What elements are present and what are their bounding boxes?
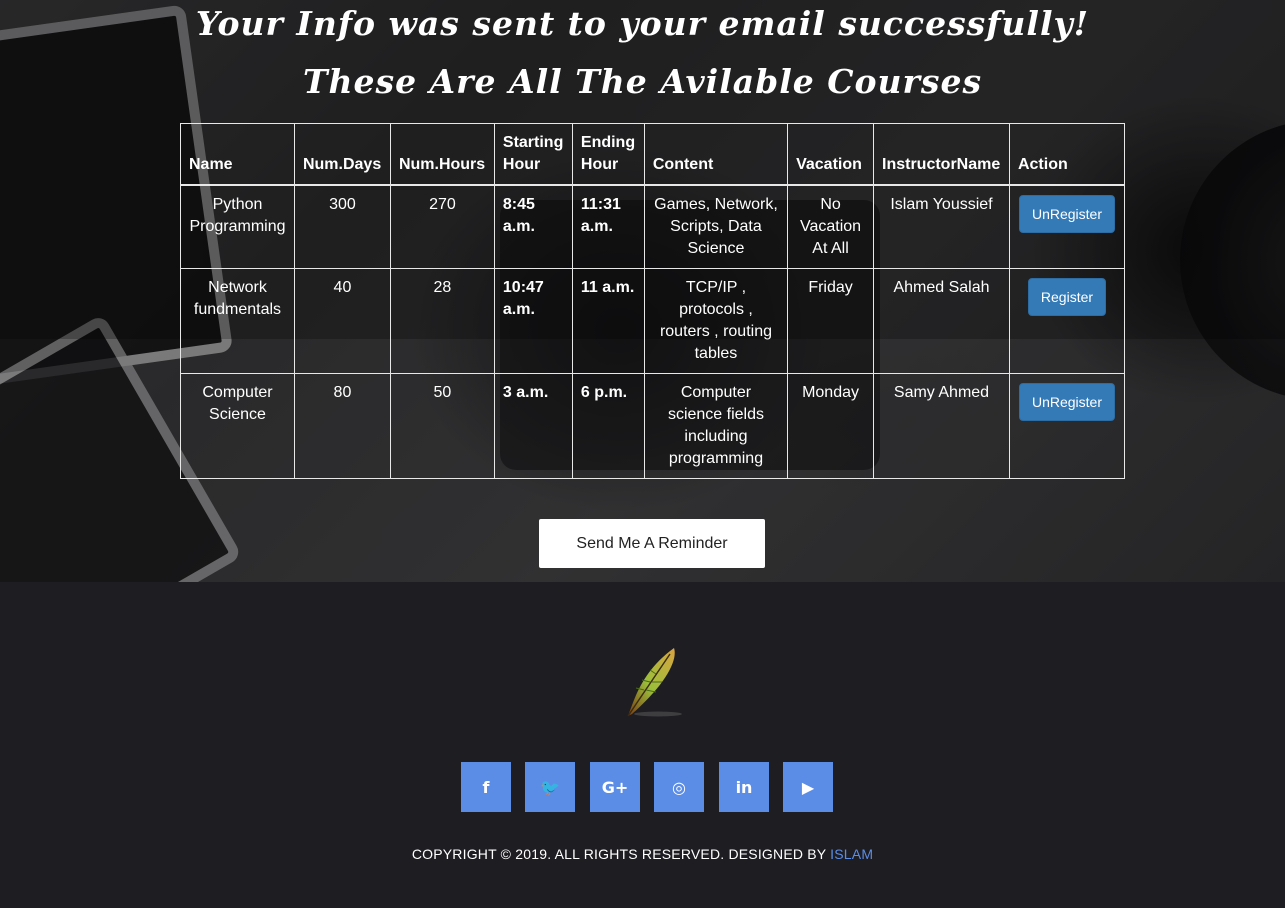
column-header: Content (643, 123, 789, 186)
youtube-icon[interactable]: ▶ (783, 762, 833, 812)
google-plus-icon[interactable]: G+ (590, 762, 640, 812)
column-header: Starting Hour (493, 123, 573, 186)
feather-pen-logo (627, 648, 682, 717)
send-reminder-button[interactable]: Send Me A Reminder (539, 519, 765, 568)
course-end-hour: 11 a.m. (571, 268, 645, 374)
facebook-icon[interactable]: f (461, 762, 511, 812)
course-start-hour: 3 a.m. (493, 373, 573, 479)
course-end-hour: 6 p.m. (571, 373, 645, 479)
course-name: Network fundmentals (180, 268, 295, 374)
course-days: 300 (293, 184, 391, 269)
course-content: TCP/IP , protocols , routers , routing t… (643, 268, 789, 374)
copyright-notice: COPYRIGHT © 2019. ALL RIGHTS RESERVED. D… (0, 846, 1285, 862)
table-header-row: Name Num.Days Num.Hours Starting Hour En… (180, 123, 1126, 186)
course-content: Games, Network, Scripts, Data Science (643, 184, 789, 269)
course-instructor: Samy Ahmed (873, 373, 1010, 479)
table-row: Python Programming 300 270 8:45 a.m. 11:… (180, 184, 1126, 269)
designer-link[interactable]: ISLAM (830, 846, 873, 862)
course-start-hour: 10:47 a.m. (493, 268, 573, 374)
course-action-cell: Register (1008, 268, 1126, 374)
course-hours: 270 (389, 184, 495, 269)
column-header: Num.Days (293, 123, 391, 186)
courses-table: Name Num.Days Num.Hours Starting Hour En… (180, 123, 1126, 479)
course-start-hour: 8:45 a.m. (493, 184, 573, 269)
column-header: InstructorName (873, 123, 1010, 186)
register-button[interactable]: Register (1027, 278, 1107, 316)
course-vacation: Friday (787, 268, 874, 374)
course-end-hour: 11:31 a.m. (571, 184, 645, 269)
twitter-icon[interactable]: 🐦 (525, 762, 575, 812)
table-row: Network fundmentals 40 28 10:47 a.m. 11 … (180, 268, 1126, 374)
course-name: Python Programming (180, 184, 295, 269)
copyright-text: COPYRIGHT © 2019. ALL RIGHTS RESERVED. D… (411, 846, 827, 862)
table-row: Computer Science 80 50 3 a.m. 6 p.m. Com… (180, 373, 1126, 479)
instagram-icon[interactable]: ◎ (654, 762, 704, 812)
column-header: Action (1008, 123, 1126, 186)
course-instructor: Islam Youssief (873, 184, 1010, 269)
success-message: Your Info was sent to your email success… (195, 4, 1090, 43)
column-header: Vacation (787, 123, 874, 186)
course-content: Computer science fields including progra… (643, 373, 789, 479)
course-vacation: Monday (787, 373, 874, 479)
course-action-cell: UnRegister (1008, 373, 1126, 479)
course-instructor: Ahmed Salah (873, 268, 1010, 374)
course-hours: 28 (389, 268, 495, 374)
column-header: Num.Hours (389, 123, 495, 186)
course-name: Computer Science (180, 373, 295, 479)
course-days: 40 (293, 268, 391, 374)
course-hours: 50 (389, 373, 495, 479)
unregister-button[interactable]: UnRegister (1018, 383, 1115, 421)
page-title: These Are All The Avilable Courses (302, 62, 983, 101)
course-action-cell: UnRegister (1008, 184, 1126, 269)
course-days: 80 (293, 373, 391, 479)
course-vacation: No Vacation At All (787, 184, 874, 269)
linkedin-icon[interactable]: in (719, 762, 769, 812)
column-header: Name (180, 123, 295, 186)
unregister-button[interactable]: UnRegister (1018, 195, 1115, 233)
column-header: Ending Hour (571, 123, 645, 186)
